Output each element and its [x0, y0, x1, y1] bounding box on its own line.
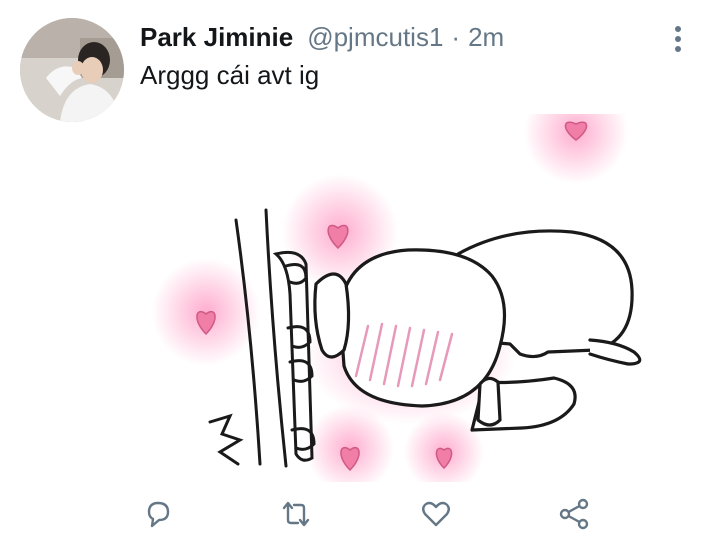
avatar[interactable]	[20, 18, 124, 122]
tweet-text: Arggg cái avt ig	[140, 60, 320, 90]
tweet-actions	[0, 490, 720, 536]
tweet-header: Park Jiminie @pjmcutis1 · 2m	[140, 22, 504, 58]
separator: ·	[451, 22, 461, 52]
author-name[interactable]: Park Jiminie	[140, 22, 293, 53]
timestamp[interactable]: 2m	[468, 22, 504, 53]
tweet-card[interactable]: Park Jiminie @pjmcutis1 · 2m Arggg cái a…	[0, 0, 720, 542]
share-icon[interactable]	[556, 496, 592, 532]
more-vertical-icon[interactable]	[664, 24, 692, 54]
author-handle[interactable]: @pjmcutis1	[307, 22, 443, 53]
heart-icon[interactable]	[418, 496, 454, 532]
retweet-icon[interactable]	[278, 496, 314, 532]
tweet-media-image[interactable]	[140, 114, 680, 482]
reply-icon[interactable]	[140, 496, 176, 532]
